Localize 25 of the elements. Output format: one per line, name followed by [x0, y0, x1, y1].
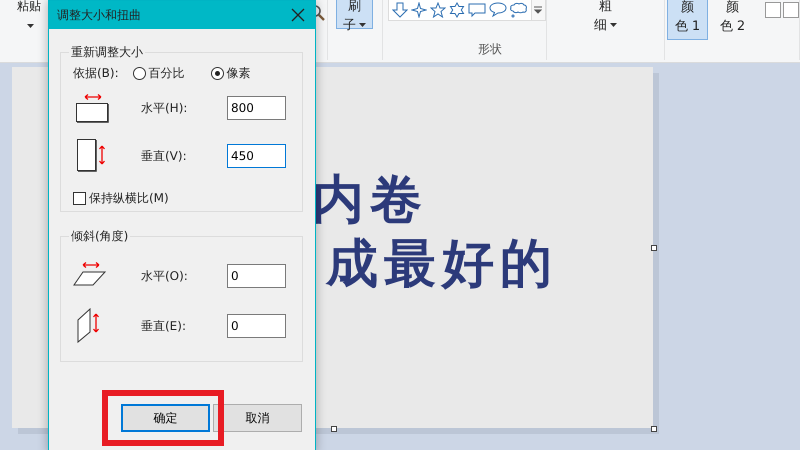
color-button[interactable]: 颜色 1	[667, 0, 708, 40]
group-title: 重新调整大小	[70, 44, 144, 61]
checkbox-option[interactable]: 保持纵横比(M)	[73, 190, 290, 207]
brush-button[interactable]: 刷子	[336, 0, 373, 29]
group-title: 倾斜(角度)	[70, 228, 130, 245]
input-field[interactable]: 800	[227, 96, 286, 120]
field-label: 水平(H):	[141, 100, 188, 116]
ok-button[interactable]: 确定	[121, 404, 210, 432]
field-label: 水平(O):	[141, 268, 189, 284]
canvas-text: 内卷	[312, 171, 429, 231]
field-label: 依据(B):	[73, 65, 119, 82]
window-title: 调整大小和扭曲	[57, 6, 141, 24]
input-field[interactable]: 450	[227, 144, 286, 168]
radio-option[interactable]: 像素	[210, 65, 251, 82]
size-button[interactable]: 粗细	[586, 0, 624, 36]
input-field[interactable]: 0	[227, 314, 286, 338]
field-label: 垂直(E):	[141, 318, 187, 334]
color-button[interactable]: 颜色 2	[712, 0, 753, 40]
input-field[interactable]: 0	[227, 264, 286, 288]
radio-option[interactable]: 百分比	[132, 65, 185, 82]
canvas-text: 成最好的	[324, 234, 558, 295]
paste-button[interactable]: 粘贴	[14, 0, 44, 36]
field-label: 垂直(V):	[141, 148, 188, 164]
group-label: 形状	[476, 41, 502, 58]
cancel-button[interactable]: 取消	[213, 404, 302, 432]
